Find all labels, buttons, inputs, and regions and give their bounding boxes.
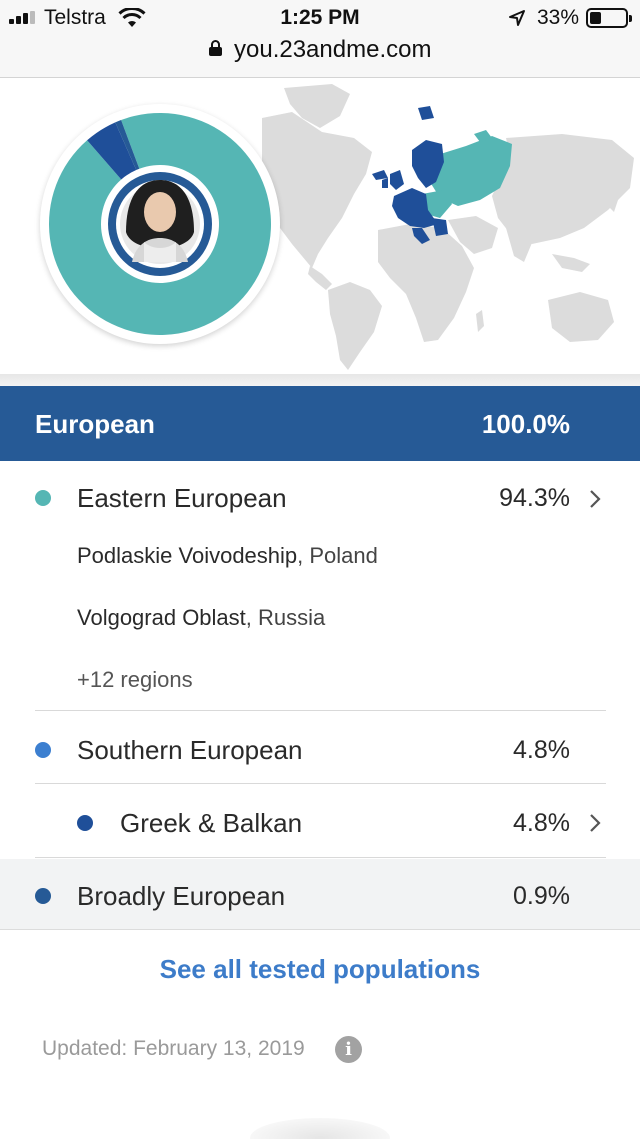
updated-date: Updated: February 13, 2019 [42, 1037, 305, 1060]
greek-balkan-label: Greek & Balkan [120, 808, 303, 838]
eastern-european-row[interactable]: Eastern European 94.3% Podlaskie Voivode… [0, 461, 640, 711]
divider [35, 857, 606, 858]
see-all-populations-link[interactable]: See all tested populations [0, 954, 640, 985]
info-icon[interactable]: i [335, 1036, 362, 1063]
greek-balkan-dot [77, 815, 93, 831]
ancestry-donut-chart [40, 104, 280, 344]
battery-icon [586, 8, 632, 28]
lock-icon [208, 40, 222, 56]
greek-balkan-percent: 4.8% [513, 809, 570, 837]
region-name: European [35, 409, 155, 439]
broadly-european-label: Broadly European [77, 881, 286, 911]
chevron-right-icon[interactable] [586, 488, 604, 510]
subregion-country: , Russia [245, 605, 326, 630]
battery-percent: 33% [537, 6, 580, 29]
eastern-european-label: Eastern European [77, 483, 287, 513]
broadly-european-dot [35, 888, 51, 904]
broadly-european-row: Broadly European 0.9% [0, 859, 640, 930]
url-text: you.23andme.com [234, 36, 432, 63]
southern-european-label: Southern European [77, 735, 303, 765]
subregion-name: Volgograd Oblast [77, 605, 246, 630]
ancestry-hero [0, 78, 640, 376]
subregion-volgograd: Volgograd Oblast, Russia [77, 605, 325, 631]
greek-balkan-row[interactable]: Greek & Balkan 4.8% [0, 784, 640, 858]
browser-chrome: Telstra 1:25 PM 33% you.23andme.com [0, 0, 640, 78]
more-regions-link[interactable]: +12 regions [77, 667, 193, 693]
eastern-european-percent: 94.3% [499, 484, 570, 512]
chevron-right-icon[interactable] [586, 812, 604, 834]
southern-european-percent: 4.8% [513, 736, 570, 764]
donut-svg [49, 113, 271, 335]
subregion-country: , Poland [297, 543, 378, 568]
region-summary-header: European 100.0% [0, 386, 640, 461]
subregion-podlaskie: Podlaskie Voivodeship, Poland [77, 543, 378, 569]
bottom-shadow [250, 1118, 390, 1139]
location-arrow-icon [509, 10, 525, 26]
status-bar: Telstra 1:25 PM 33% [0, 0, 640, 36]
broadly-european-percent: 0.9% [513, 882, 570, 910]
eastern-european-dot [35, 490, 51, 506]
subregion-name: Podlaskie Voivodeship [77, 543, 298, 568]
hero-divider [0, 374, 640, 386]
world-map [262, 84, 634, 370]
southern-european-dot [35, 742, 51, 758]
region-percent: 100.0% [481, 409, 570, 439]
southern-european-row: Southern European 4.8% [0, 711, 640, 783]
address-bar[interactable]: you.23andme.com [0, 36, 640, 68]
